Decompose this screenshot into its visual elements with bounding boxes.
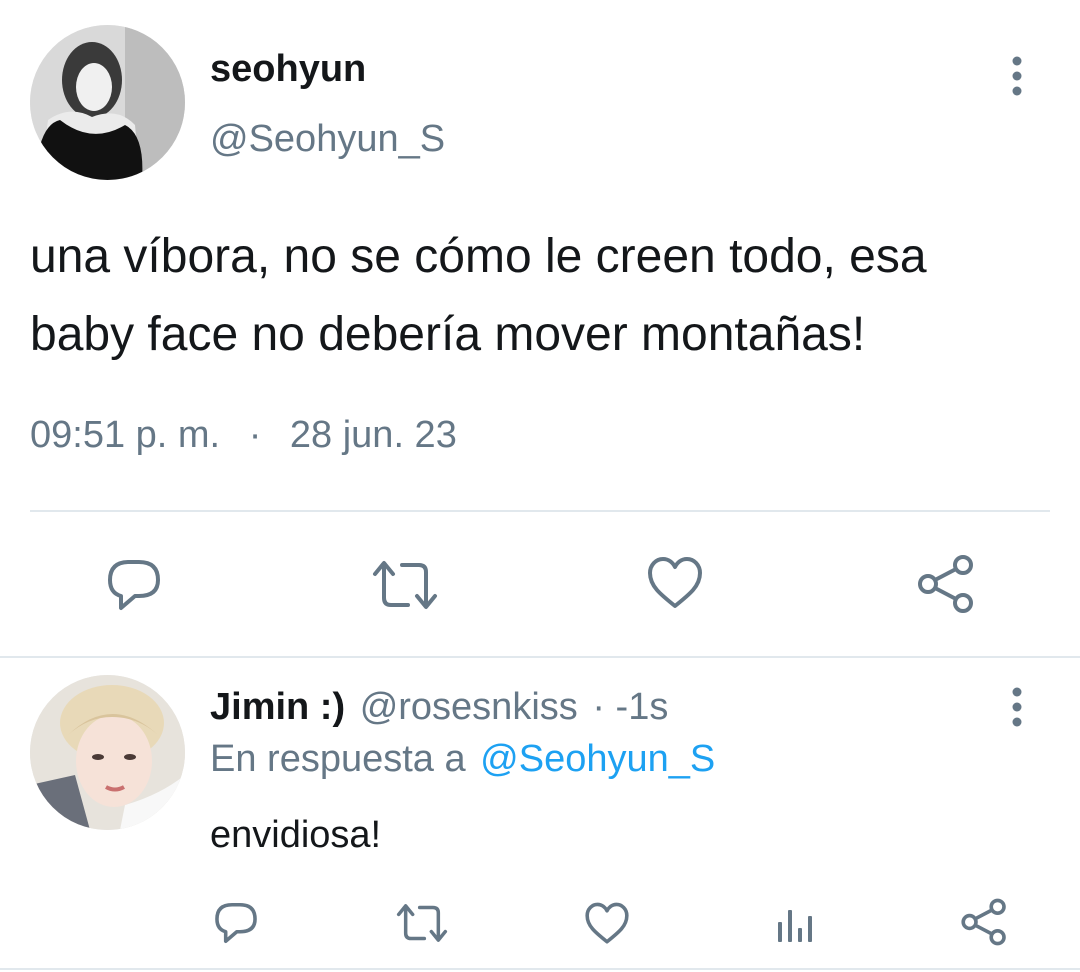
- like-icon[interactable]: [646, 556, 704, 610]
- retweet-icon[interactable]: [396, 902, 448, 944]
- reply-text: envidiosa!: [210, 814, 382, 856]
- in-reply-handle-link[interactable]: @Seohyun_S: [480, 738, 715, 780]
- like-icon[interactable]: [584, 902, 630, 945]
- avatar[interactable]: [30, 675, 185, 830]
- share-icon[interactable]: [960, 898, 1008, 946]
- tweet-date: 28 jun. 23: [289, 414, 457, 456]
- display-name: Jimin :): [210, 686, 346, 728]
- separator-dot: ·: [248, 414, 262, 456]
- reply-header[interactable]: Jimin :) @rosesnkiss · -1s: [210, 686, 668, 729]
- handle: @rosesnkiss: [359, 686, 578, 728]
- seohyun-avatar-image: [30, 25, 185, 180]
- in-reply-prefix: En respuesta a: [210, 738, 466, 780]
- bottom-divider: [0, 968, 1080, 970]
- analytics-icon[interactable]: [775, 902, 817, 944]
- reply-icon[interactable]: [213, 900, 259, 946]
- retweet-icon[interactable]: [372, 558, 438, 612]
- reply-age: · -1s: [592, 686, 669, 728]
- jimin-avatar-image: [30, 675, 185, 830]
- share-icon[interactable]: [916, 554, 976, 614]
- display-name[interactable]: seohyun: [210, 48, 366, 91]
- divider: [30, 510, 1050, 512]
- tweet-time: 09:51 p. m.: [30, 414, 221, 456]
- handle[interactable]: @Seohyun_S: [210, 118, 445, 161]
- more-options-icon[interactable]: [1002, 686, 1032, 730]
- more-options-icon[interactable]: [1002, 55, 1032, 99]
- reply-icon[interactable]: [105, 556, 163, 614]
- section-divider: [0, 656, 1080, 658]
- tweet-timestamp[interactable]: 09:51 p. m. · 28 jun. 23: [30, 414, 457, 457]
- tweet-text: una víbora, no se cómo le creen todo, es…: [30, 230, 927, 361]
- in-reply-to: En respuesta a @Seohyun_S: [210, 738, 715, 781]
- avatar[interactable]: [30, 25, 185, 180]
